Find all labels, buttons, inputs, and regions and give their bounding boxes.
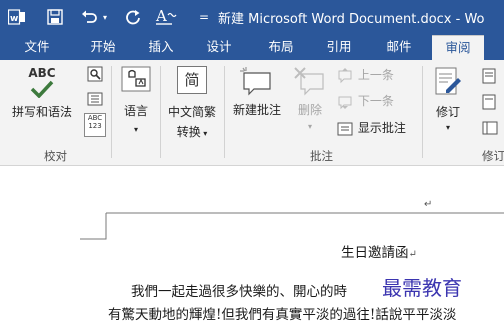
thesaurus-icon[interactable] [86,66,104,84]
previous-comment-icon [338,67,352,83]
undo-dropdown-icon[interactable]: ▾ [100,6,110,28]
document-heading[interactable]: 生日邀請函↵ [341,241,417,261]
new-comment-label: 新建批注 [232,103,281,117]
save-icon[interactable] [44,6,66,28]
tab-review[interactable]: 审阅 [432,35,484,60]
ribbon-separator [160,66,161,158]
track-changes-label: 修订 [435,105,460,119]
chevron-down-icon: ▾ [200,129,208,138]
redo-icon[interactable] [122,6,144,28]
group-label-comments: 批注 [310,149,333,163]
ribbon-separator [111,66,112,158]
svg-text:w: w [10,14,18,24]
chinese-conversion-button[interactable]: 简 中文简繁 转换 ▾ [162,66,222,142]
show-comments-button[interactable]: 显示批注 [336,119,416,139]
show-markup-icon[interactable] [480,94,500,112]
delete-comment-button[interactable]: 删除 ▾ [290,66,330,136]
ribbon-tabs: 文件 开始 插入 设计 布局 引用 邮件 审阅 [0,35,504,60]
tab-file[interactable]: 文件 [14,35,60,60]
checkmark-icon [30,80,54,98]
language-button[interactable]: 语言 ▾ [116,66,156,136]
show-comments-icon [337,122,353,135]
ribbon-separator [422,66,423,158]
next-comment-button[interactable]: 下一条 [336,92,406,112]
paragraph-mark: ↵ [424,199,433,210]
document-line-1[interactable]: 我們一起走過很多快樂的、開心的時 [131,280,347,300]
chinese-conversion-label-2: 转换 ▾ [176,125,208,139]
next-comment-label: 下一条 [357,94,394,108]
svg-text:A: A [155,7,167,25]
ribbon-separator [224,66,225,158]
word-count-icon[interactable]: ABC 123 [84,113,106,137]
next-comment-icon [338,96,352,109]
abc-label: ABC [28,66,56,80]
word-count-123: 123 [88,122,102,130]
tab-insert[interactable]: 插入 [138,35,184,60]
document-title: 新建 Microsoft Word Document.docx - Wo [218,12,485,27]
new-comment-button[interactable]: 新建批注 [228,66,286,132]
word-app-icon[interactable]: w [6,6,28,28]
customize-qat-icon[interactable]: = [198,6,210,28]
tab-home[interactable]: 开始 [80,35,126,60]
tab-design[interactable]: 设计 [196,35,242,60]
group-label-tracking: 修订 [482,149,504,163]
document-line-2[interactable]: 有驚天動地的輝煌!但我們有真實平淡的過往!話說平平淡淡 [108,303,456,321]
track-changes-icon [435,67,461,95]
group-label-proofing: 校对 [44,149,67,163]
undo-icon[interactable] [78,6,100,28]
display-for-review-icon[interactable] [480,68,500,86]
language-dropdown-icon: ▾ [133,125,138,134]
watermark-logo: 最需教育 [382,272,462,301]
font-format-icon[interactable]: A [152,6,180,28]
chevron-down-icon: ▾ [445,123,450,132]
track-changes-button[interactable]: 修订 ▾ [428,66,468,140]
tab-references[interactable]: 引用 [316,35,362,60]
paragraph-mark: ↵ [408,249,417,260]
simplified-traditional-icon: 简 [177,66,207,94]
define-icon[interactable] [86,92,104,108]
spelling-label: 拼写和语法 [11,105,72,119]
chevron-down-icon: ▾ [307,122,312,131]
heading-text: 生日邀請函 [341,245,409,261]
previous-comment-button[interactable]: 上一条 [336,66,406,86]
spelling-grammar-button[interactable]: ABC 拼写和语法 [6,66,78,130]
delete-comment-label: 删除 [297,103,322,117]
ribbon-panel: ABC 拼写和语法 ABC 123 校对 语言 ▾ 简 中文简繁 转换 ▾ 新建… [0,60,504,166]
tab-layout[interactable]: 布局 [258,35,304,60]
language-icon [121,66,151,92]
word-count-abc: ABC [87,114,103,122]
tab-mailings[interactable]: 邮件 [376,35,422,60]
reviewing-pane-icon[interactable] [480,120,500,138]
show-comments-label: 显示批注 [357,121,406,135]
previous-comment-label: 上一条 [357,68,394,82]
title-bar: w ▾ A = 新建 Microsoft Word Document.docx … [0,0,504,35]
chinese-conversion-label: 中文简繁 [167,105,216,119]
delete-comment-icon [294,67,324,96]
new-comment-icon [240,67,271,96]
language-label: 语言 [123,104,148,118]
